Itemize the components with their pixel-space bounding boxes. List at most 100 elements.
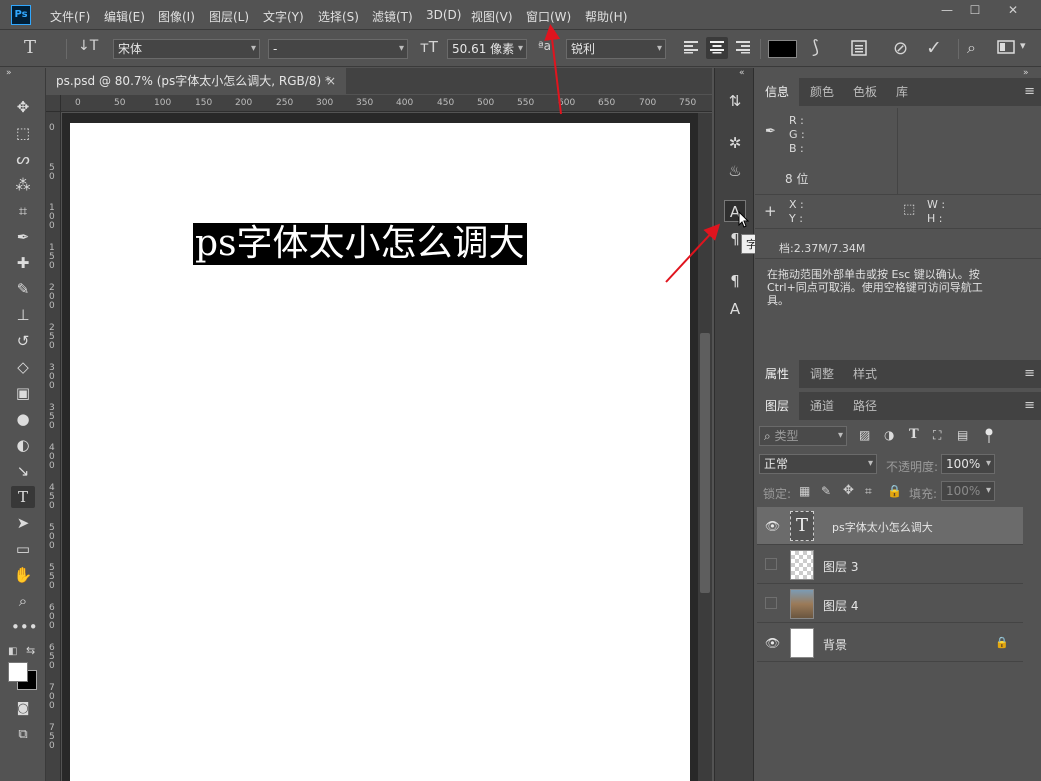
menu-view[interactable]: 视图(V): [471, 8, 513, 25]
filter-shape-icon[interactable]: ⛶: [933, 428, 941, 443]
collapse-tools-icon[interactable]: »: [6, 68, 12, 78]
ps-logo-icon[interactable]: Ps: [11, 5, 31, 25]
lasso-tool-icon[interactable]: ᔕ: [11, 148, 35, 170]
minimize-button[interactable]: —: [934, 2, 960, 20]
layer-name[interactable]: 背景: [823, 636, 847, 653]
menu-window[interactable]: 窗口(W): [526, 8, 571, 25]
lock-position-icon[interactable]: ✥: [843, 483, 854, 498]
type-tool-preset-icon[interactable]: T: [24, 37, 36, 58]
fill-input[interactable]: 100% ▾: [941, 481, 995, 501]
panel-menu-icon[interactable]: ≡: [1024, 398, 1035, 413]
visibility-eye-icon[interactable]: 👁: [765, 636, 780, 650]
layer-name[interactable]: 图层 3: [823, 558, 858, 575]
tab-properties[interactable]: 属性: [755, 360, 800, 388]
canvas-area[interactable]: ps字体太小怎么调大: [62, 113, 698, 781]
close-window-button[interactable]: ✕: [1000, 2, 1026, 20]
tab-channels[interactable]: 通道: [800, 392, 844, 420]
lock-transparent-icon[interactable]: ▦: [799, 484, 810, 498]
lock-all-icon[interactable]: 🔒: [887, 484, 902, 498]
marquee-tool-icon[interactable]: ⬚: [11, 122, 35, 144]
brush-tool-icon[interactable]: ✎: [11, 278, 35, 300]
history-panel-icon[interactable]: ⇅: [724, 90, 746, 112]
tab-paths[interactable]: 路径: [843, 392, 887, 420]
panel-menu-icon[interactable]: ≡: [1024, 84, 1035, 99]
crop-tool-icon[interactable]: ⌗: [11, 200, 35, 222]
chevron-down-icon[interactable]: ▾: [1020, 39, 1026, 52]
eraser-tool-icon[interactable]: ◇: [11, 356, 35, 378]
blur-tool-icon[interactable]: ●: [11, 408, 35, 430]
tab-layers[interactable]: 图层: [755, 392, 800, 420]
scrollbar-thumb[interactable]: [700, 333, 710, 593]
visibility-eye-icon[interactable]: 👁: [765, 519, 780, 533]
menu-filter[interactable]: 滤镜(T): [372, 8, 413, 25]
layer-row-background[interactable]: 👁 背景 🔒: [757, 624, 1023, 662]
quick-select-tool-icon[interactable]: ⁂: [11, 174, 35, 196]
tab-swatches[interactable]: 色板: [843, 78, 887, 106]
filter-pixel-icon[interactable]: ▨: [859, 428, 870, 442]
cancel-edits-icon[interactable]: ⊘: [893, 38, 908, 59]
brush-panel-icon[interactable]: ♨: [724, 160, 746, 182]
hand-tool-icon[interactable]: ✋: [11, 564, 35, 586]
align-right-icon[interactable]: [735, 40, 751, 57]
swap-colors-icon[interactable]: ⇆: [26, 644, 35, 657]
selected-text-layer[interactable]: ps字体太小怎么调大: [193, 223, 527, 265]
tab-libraries[interactable]: 库: [886, 78, 918, 106]
healing-tool-icon[interactable]: ✚: [11, 252, 35, 274]
vertical-scrollbar[interactable]: [698, 113, 712, 781]
lock-image-icon[interactable]: ✎: [821, 484, 831, 498]
eyedropper-tool-icon[interactable]: ✒: [11, 226, 35, 248]
quick-mask-icon[interactable]: ◙: [11, 698, 35, 720]
default-colors-icon[interactable]: ◧: [8, 646, 17, 657]
zoom-tool-icon[interactable]: ⌕: [11, 590, 35, 612]
menu-layer[interactable]: 图层(L): [209, 8, 249, 25]
menu-type[interactable]: 文字(Y): [263, 8, 304, 25]
maximize-button[interactable]: ☐: [962, 2, 988, 20]
paragraph-styles-icon[interactable]: ¶: [724, 270, 746, 292]
filter-smartobject-icon[interactable]: ▤: [957, 428, 968, 442]
layer-row-3[interactable]: 图层 3: [757, 546, 1023, 584]
rectangle-tool-icon[interactable]: ▭: [11, 538, 35, 560]
character-panel-toggle-icon[interactable]: [850, 39, 868, 60]
layer-row-text[interactable]: 👁 T ps字体太小怎么调大: [757, 507, 1023, 545]
properties-panel-icon[interactable]: ✲: [724, 132, 746, 154]
orientation-toggle-icon[interactable]: ↓T: [78, 38, 98, 54]
dodge-tool-icon[interactable]: ◐: [11, 434, 35, 456]
filter-adjustment-icon[interactable]: ◑: [884, 428, 894, 442]
font-family-select[interactable]: 宋体 ▾: [113, 39, 260, 59]
document-canvas[interactable]: ps字体太小怎么调大: [70, 123, 690, 781]
layer-filter-select[interactable]: ⌕ 类型 ▾: [759, 426, 847, 446]
opacity-input[interactable]: 100% ▾: [941, 454, 995, 474]
text-color-swatch[interactable]: [768, 40, 797, 58]
move-tool-icon[interactable]: ✥: [11, 96, 35, 118]
align-center-icon[interactable]: [706, 37, 728, 59]
layer-name[interactable]: 图层 4: [823, 597, 858, 614]
font-style-select[interactable]: - ▾: [268, 39, 408, 59]
panel-menu-icon[interactable]: ≡: [1024, 366, 1035, 381]
pen-tool-icon[interactable]: ↘: [11, 460, 35, 482]
layer-row-4[interactable]: 图层 4: [757, 585, 1023, 623]
workspace-icon[interactable]: [997, 40, 1015, 57]
path-select-tool-icon[interactable]: ➤: [11, 512, 35, 534]
screen-mode-icon[interactable]: ⧉: [11, 724, 35, 746]
lock-artboard-icon[interactable]: ⌗: [865, 484, 872, 499]
filter-toggle-icon[interactable]: [985, 428, 993, 443]
warp-text-icon[interactable]: ⟆: [812, 37, 819, 58]
antialias-select[interactable]: 锐利 ▾: [566, 39, 666, 59]
gradient-tool-icon[interactable]: ▣: [11, 382, 35, 404]
collapse-panels-icon[interactable]: »: [1023, 68, 1029, 78]
menu-3d[interactable]: 3D(D): [426, 8, 461, 22]
character-styles-icon[interactable]: A: [724, 298, 746, 320]
menu-select[interactable]: 选择(S): [318, 8, 359, 25]
align-left-icon[interactable]: [683, 40, 699, 57]
menu-edit[interactable]: 编辑(E): [104, 8, 145, 25]
tab-adjustments[interactable]: 调整: [800, 360, 844, 388]
stamp-tool-icon[interactable]: ⊥: [11, 304, 35, 326]
visibility-off-box[interactable]: [765, 558, 777, 570]
tab-info[interactable]: 信息: [755, 78, 800, 106]
blend-mode-select[interactable]: 正常 ▾: [759, 454, 877, 474]
menu-file[interactable]: 文件(F): [50, 8, 90, 25]
tab-color[interactable]: 颜色: [800, 78, 844, 106]
type-tool-icon[interactable]: T: [11, 486, 35, 508]
foreground-color-swatch[interactable]: [8, 662, 28, 682]
layer-name[interactable]: ps字体太小怎么调大: [832, 519, 933, 535]
